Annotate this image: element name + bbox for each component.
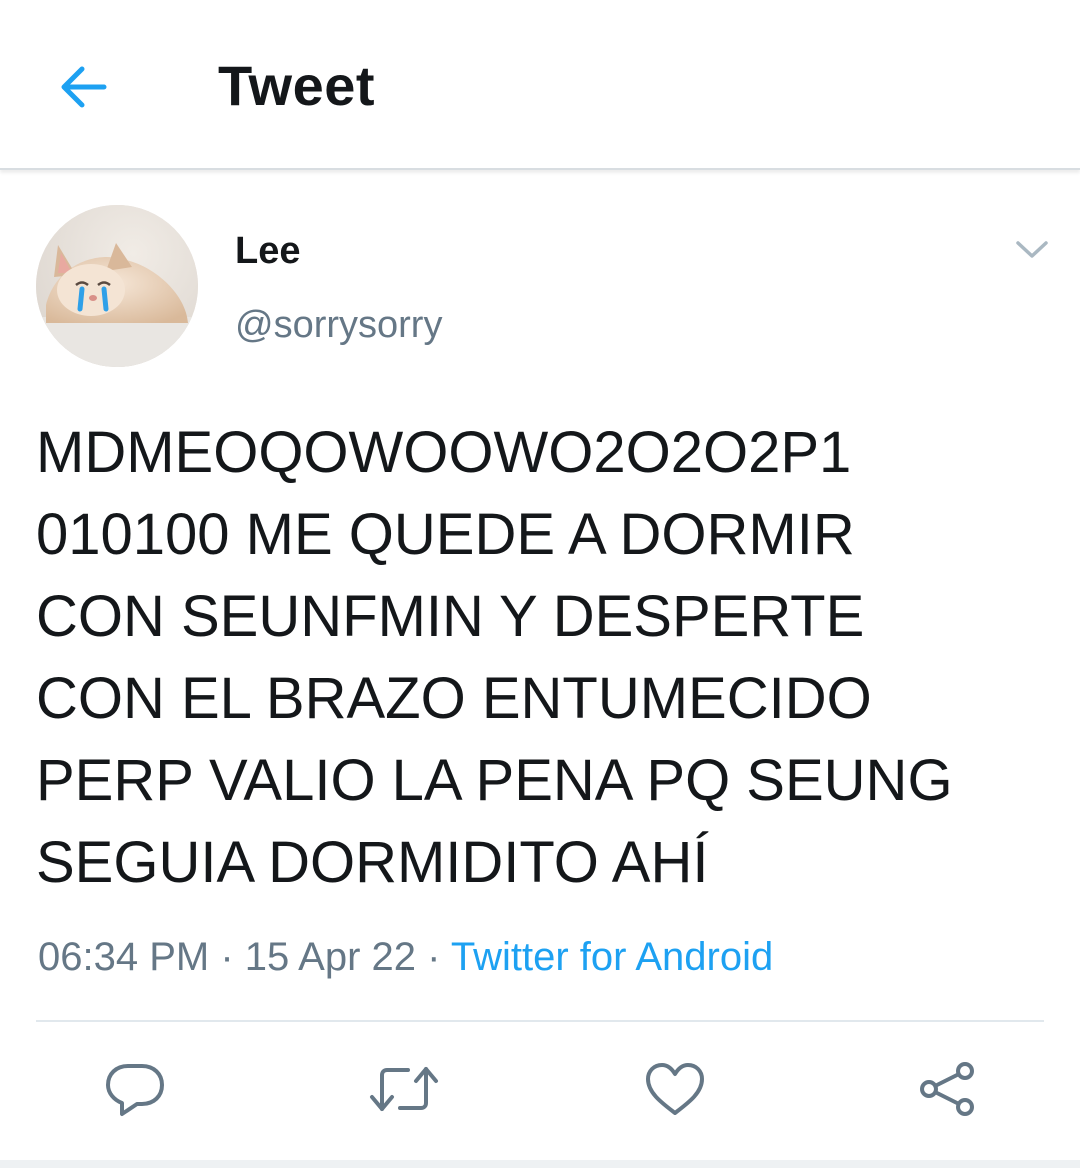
divider	[36, 1020, 1044, 1022]
tweet-meta: 06:34 PM · 15 Apr 22 · Twitter for Andro…	[38, 932, 773, 982]
action-bar	[0, 1052, 1080, 1126]
share-button[interactable]	[910, 1052, 984, 1126]
share-icon	[920, 1062, 974, 1116]
meta-separator: ·	[209, 935, 245, 979]
author-display-name[interactable]: Lee	[235, 228, 300, 274]
retweet-button[interactable]	[367, 1052, 441, 1126]
tweet-screen: Tweet Lee @sorrysorry MDMEOQOWOOWO2O2O2P…	[0, 0, 1080, 1168]
author-handle[interactable]: @sorrysorry	[235, 302, 442, 348]
tweet-source-link[interactable]: Twitter for Android	[451, 935, 773, 979]
top-bar: Tweet	[0, 0, 1080, 170]
like-button[interactable]	[638, 1052, 712, 1126]
reply-icon	[106, 1064, 164, 1116]
tweet-options-button[interactable]	[1008, 228, 1056, 272]
tweet-date: 15 Apr 22	[244, 935, 417, 979]
chevron-down-icon	[1016, 241, 1048, 258]
bottom-edge	[0, 1160, 1080, 1168]
crying-cat-avatar-image	[36, 205, 198, 367]
meta-separator: ·	[416, 935, 451, 979]
tweet-time: 06:34 PM	[38, 935, 210, 979]
reply-button[interactable]	[98, 1052, 172, 1126]
arrow-left-icon	[61, 66, 107, 108]
tweet-text: MDMEOQOWOOWO2O2O2P1 010100 ME QUEDE A DO…	[36, 420, 953, 895]
page-title: Tweet	[218, 54, 376, 117]
heart-icon	[646, 1063, 704, 1115]
retweet-icon	[370, 1067, 438, 1111]
back-button[interactable]	[50, 54, 116, 120]
avatar[interactable]	[36, 205, 198, 367]
